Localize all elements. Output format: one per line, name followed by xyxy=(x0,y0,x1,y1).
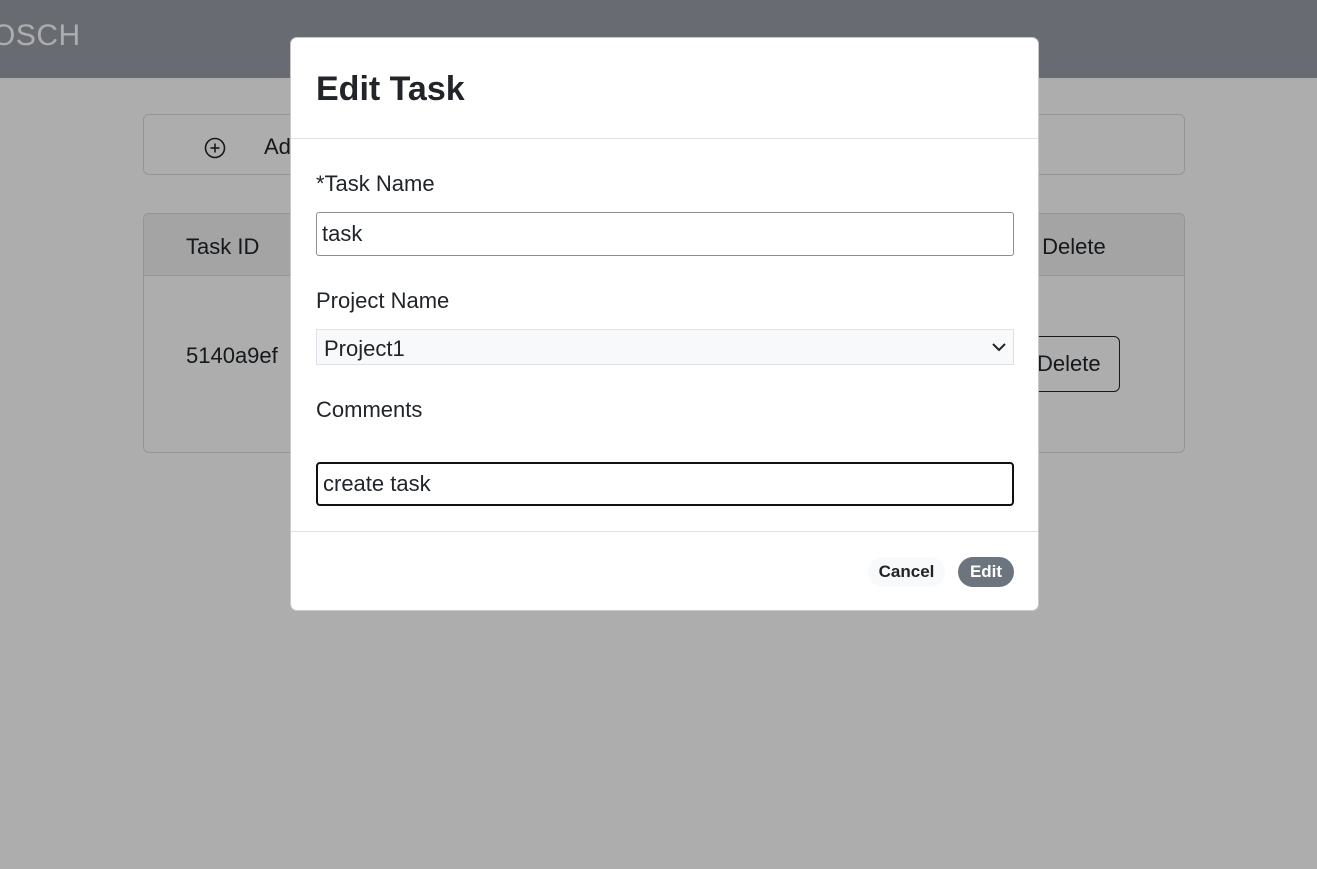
chevron-down-icon xyxy=(992,343,1006,352)
project-selected-value: Project1 xyxy=(324,336,405,361)
comments-input[interactable] xyxy=(316,462,1014,506)
page: OSCH Ad Task ID sk Delete 5140a9ef Delet… xyxy=(0,0,1317,869)
edit-button[interactable]: Edit xyxy=(958,557,1014,587)
task-name-input[interactable] xyxy=(316,212,1014,256)
task-name-label: *Task Name xyxy=(316,171,435,196)
edit-task-dialog: Edit Task *Task Name Project Name Projec… xyxy=(290,37,1039,611)
dialog-header: Edit Task xyxy=(291,38,1038,139)
cancel-button[interactable]: Cancel xyxy=(868,557,945,587)
comments-label: Comments xyxy=(316,397,423,422)
dialog-footer: Cancel Edit xyxy=(291,531,1038,611)
project-name-select[interactable]: Project1 xyxy=(316,329,1014,365)
dialog-title: Edit Task xyxy=(316,70,465,108)
project-name-label: Project Name xyxy=(316,288,450,313)
